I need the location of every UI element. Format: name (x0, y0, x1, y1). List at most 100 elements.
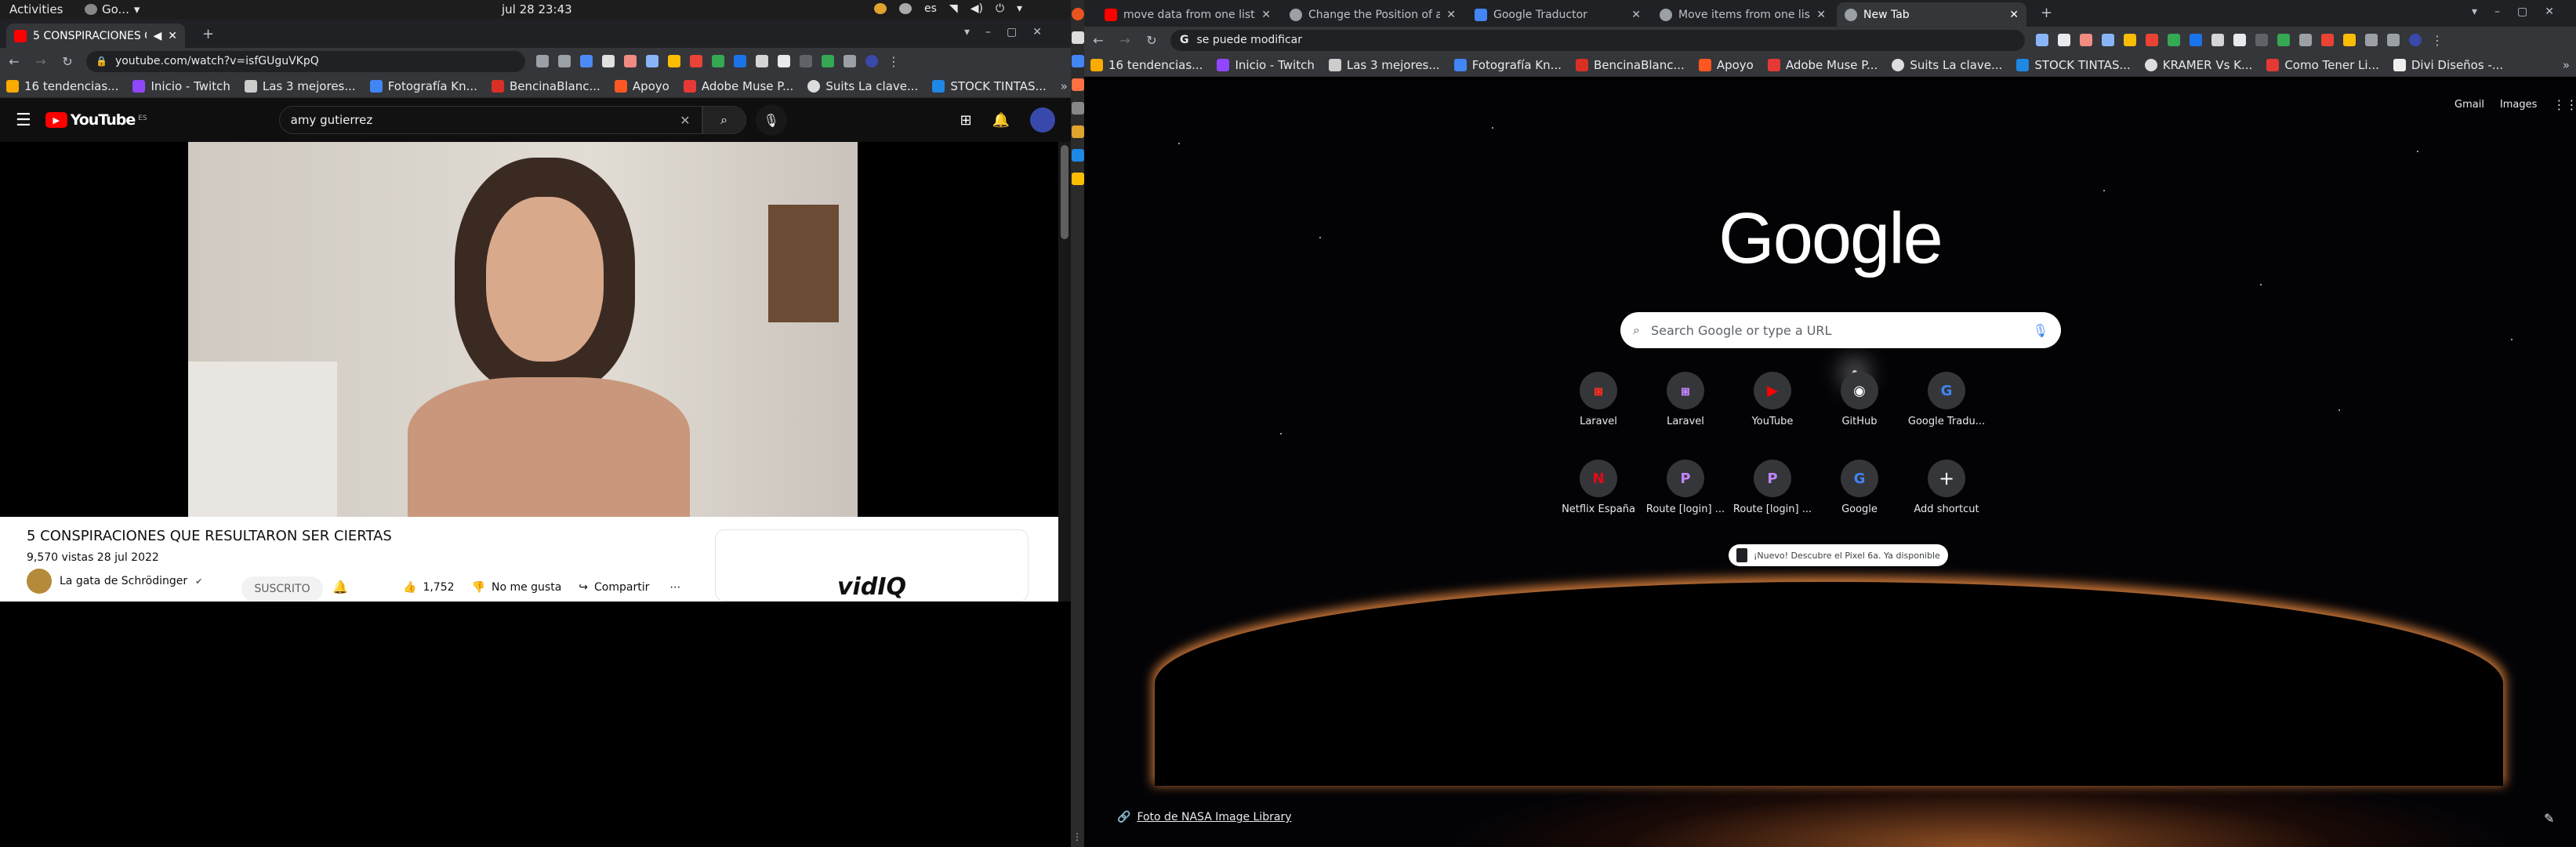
maximize-button[interactable]: ▢ (1007, 26, 1017, 38)
bookmark[interactable]: Como Tener Li... (2266, 58, 2379, 72)
bookmark[interactable]: Divi Diseños -... (2393, 58, 2503, 72)
extension-icon[interactable] (602, 55, 615, 67)
channel-name[interactable]: La gata de Schrödinger (60, 575, 187, 587)
shortcut-tile[interactable]: ⧆ Laravel (1555, 372, 1642, 427)
customize-pencil-icon[interactable]: ✎ (2544, 811, 2554, 826)
close-window-button[interactable]: ✕ (1032, 26, 1042, 38)
extension-icon[interactable] (2343, 34, 2356, 46)
dock-app-icon[interactable] (1071, 173, 1084, 185)
close-icon[interactable]: ✕ (2009, 9, 2019, 21)
address-bar[interactable]: 🔒 youtube.com/watch?v=isfGUguVKpQ (86, 50, 525, 72)
extension-icon[interactable] (646, 55, 659, 67)
tray-icon[interactable] (899, 3, 912, 14)
profile-avatar[interactable] (2409, 34, 2422, 46)
close-window-button[interactable]: ✕ (2545, 5, 2554, 18)
forward-icon[interactable]: → (33, 53, 49, 69)
clock[interactable]: jul 28 23:43 (502, 2, 572, 16)
extension-icon[interactable] (712, 55, 724, 67)
search-button[interactable]: ⌕ (702, 106, 746, 134)
tab-youtube[interactable]: 5 CONSPIRACIONES Q ◀ ✕ (6, 24, 185, 48)
channel-avatar[interactable] (27, 569, 52, 594)
dock-app-icon[interactable] (1071, 102, 1084, 115)
address-bar[interactable]: G se puede modificar (1170, 29, 2025, 51)
extension-icon[interactable] (2102, 34, 2114, 46)
shortcut-tile[interactable]: ◉ GitHub (1816, 372, 1903, 427)
reload-icon[interactable]: ↻ (60, 53, 75, 69)
extension-icon[interactable] (2321, 34, 2334, 46)
back-icon[interactable]: ← (1090, 32, 1106, 48)
shortcut-tile[interactable]: G Google (1816, 460, 1903, 515)
youtube-logo[interactable]: ▶ YouTube ES (45, 111, 147, 129)
youtube-search-input[interactable]: amy gutierrez ✕ (278, 106, 702, 134)
images-link[interactable]: Images (2500, 99, 2538, 111)
bookmark[interactable]: Las 3 mejores... (244, 79, 356, 93)
close-icon[interactable]: ✕ (1816, 9, 1826, 21)
clear-icon[interactable]: ✕ (680, 113, 690, 128)
volume-icon[interactable]: ◀) (971, 2, 983, 15)
dock-app-icon[interactable] (1071, 55, 1084, 67)
extension-icon[interactable] (2277, 34, 2290, 46)
ad-panel[interactable]: vidIQ (715, 529, 1029, 602)
bookmark[interactable]: 16 tendencias... (6, 79, 118, 93)
dislike-icon[interactable]: 👎 (472, 581, 485, 594)
gmail-link[interactable]: Gmail (2454, 99, 2484, 111)
activities-button[interactable]: Activities (9, 2, 63, 16)
close-icon[interactable]: ✕ (1631, 9, 1641, 21)
add-shortcut-button[interactable]: + Add shortcut (1903, 460, 1990, 515)
maximize-button[interactable]: ▢ (2517, 5, 2527, 18)
extension-icon[interactable] (2146, 34, 2158, 46)
extension-icon[interactable] (800, 55, 812, 67)
shortcut-tile[interactable]: N Netflix España (1555, 460, 1642, 515)
bookmark[interactable]: Adobe Muse P... (683, 79, 793, 93)
tab-search-icon[interactable]: ▾ (2472, 5, 2477, 18)
like-icon[interactable]: 👍 (403, 581, 416, 594)
scrollbar[interactable] (1058, 142, 1071, 602)
bookmark[interactable]: KRAMER Vs K... (2144, 58, 2252, 72)
extension-icon[interactable] (2058, 34, 2070, 46)
bookmark[interactable]: Fotografía Kn... (1453, 58, 1562, 72)
forward-icon[interactable]: → (1117, 32, 1133, 48)
extension-icon[interactable] (580, 55, 593, 67)
language-indicator[interactable]: es (924, 2, 937, 15)
promo-banner[interactable]: ¡Nuevo! Descubre el Pixel 6a. Ya disponi… (1729, 544, 1948, 566)
chrome-tray-icon[interactable] (874, 3, 887, 14)
close-icon[interactable]: ✕ (1446, 9, 1456, 21)
tab-new-tab[interactable]: New Tab ✕ (1837, 2, 2026, 27)
bookmark[interactable]: Suits La clave... (1892, 58, 2002, 72)
extension-icon[interactable] (778, 55, 790, 67)
extension-icon[interactable] (690, 55, 702, 67)
tab[interactable]: Change the Position of a ✕ (1282, 2, 1464, 27)
mic-icon[interactable]: 🎙 (2033, 323, 2048, 338)
extension-icon[interactable] (2211, 34, 2224, 46)
extension-icon[interactable] (2036, 34, 2048, 46)
extension-icon[interactable] (668, 55, 680, 67)
avatar[interactable] (1030, 107, 1055, 133)
share-icon[interactable] (536, 55, 549, 67)
more-actions-icon[interactable]: ⋯ (669, 581, 680, 594)
dock-app-icon[interactable] (1071, 78, 1084, 91)
bookmark[interactable]: Las 3 mejores... (1328, 58, 1440, 72)
kebab-menu-icon[interactable]: ⋮ (887, 54, 900, 69)
new-tab-button[interactable]: + (2041, 5, 2052, 21)
extension-icon[interactable] (2255, 34, 2268, 46)
kebab-menu-icon[interactable]: ⋮ (2431, 33, 2444, 48)
tab[interactable]: move data from one list t ✕ (1097, 2, 1279, 27)
new-tab-button[interactable]: + (202, 26, 214, 42)
bookmark[interactable]: 16 tendencias... (1090, 58, 1203, 72)
star-icon[interactable] (558, 55, 571, 67)
scrollbar-thumb[interactable] (1061, 145, 1068, 239)
bell-icon[interactable]: 🔔 (332, 580, 348, 594)
bookmark[interactable]: STOCK TINTAS... (932, 79, 1047, 93)
share-label[interactable]: Compartir (594, 581, 649, 594)
shortcut-tile[interactable]: P Route [login] ... (1729, 460, 1816, 515)
subscribed-button[interactable]: SUSCRITO (241, 576, 323, 602)
extension-icon[interactable] (822, 55, 834, 67)
reload-icon[interactable]: ↻ (1144, 32, 1159, 48)
speaker-icon[interactable]: ◀ (153, 30, 161, 42)
shortcut-tile[interactable]: P Route [login] ... (1642, 460, 1729, 515)
reading-list-icon[interactable] (2387, 34, 2400, 46)
shortcut-tile[interactable]: ⧆ Laravel (1642, 372, 1729, 427)
shortcut-tile[interactable]: G Google Tradu... (1903, 372, 1990, 427)
profile-avatar[interactable] (865, 55, 878, 67)
share-icon[interactable]: ↪ (579, 581, 588, 594)
